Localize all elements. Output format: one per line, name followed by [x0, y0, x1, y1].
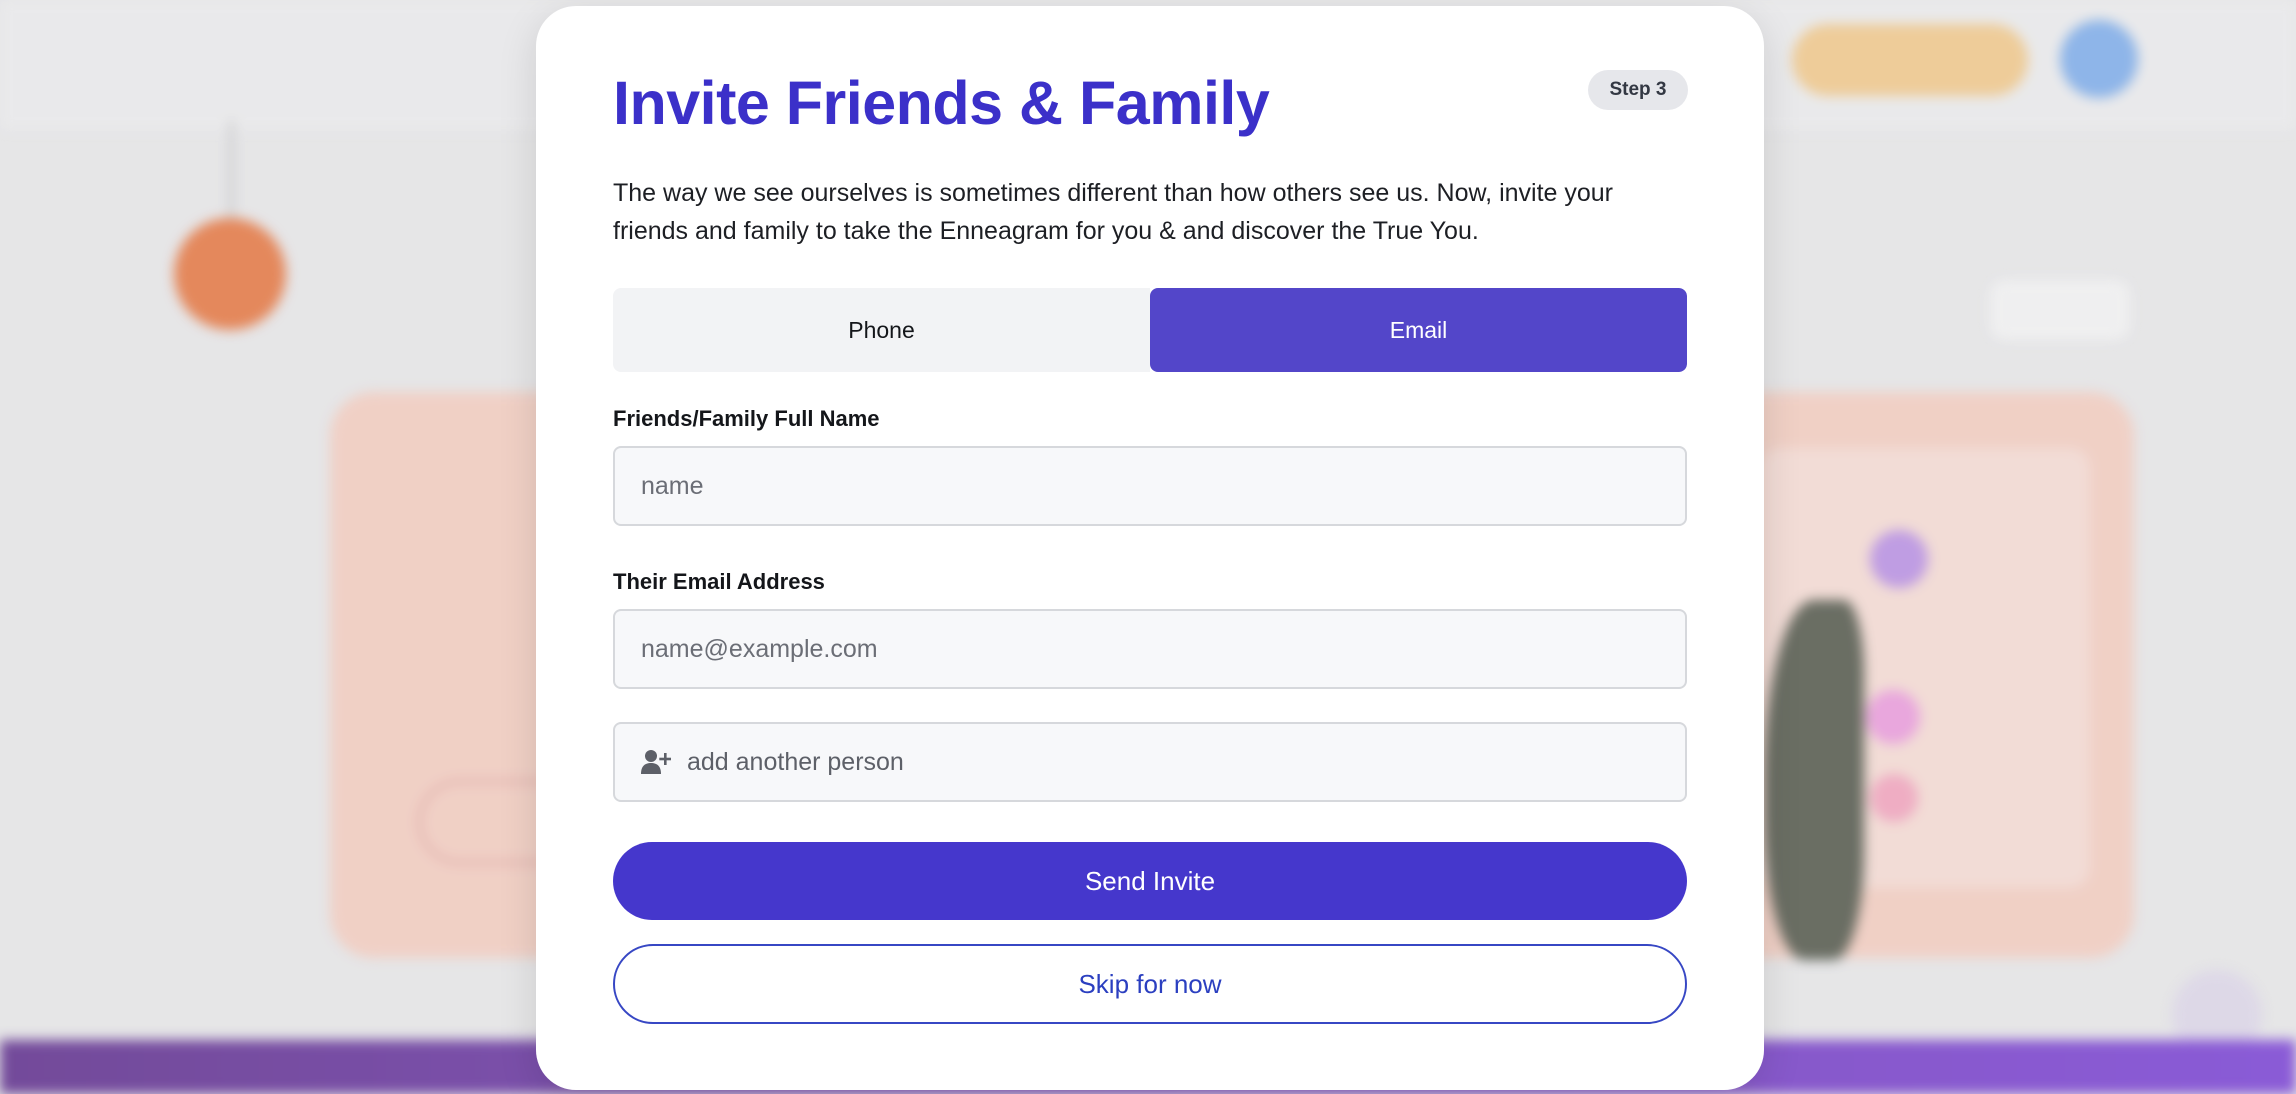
send-invite-button[interactable]: Send Invite	[613, 842, 1687, 920]
tab-email[interactable]: Email	[1150, 288, 1687, 372]
name-field-box	[613, 446, 1687, 526]
invite-modal: Invite Friends & Family Step 3 The way w…	[536, 6, 1764, 1090]
name-field-label: Friends/Family Full Name	[613, 406, 880, 431]
skip-button[interactable]: Skip for now	[613, 944, 1687, 1024]
step-badge: Step 3	[1588, 70, 1688, 110]
add-user-icon	[641, 749, 672, 775]
modal-intro-text: The way we see ourselves is sometimes di…	[613, 179, 1614, 245]
add-person-button[interactable]: add another person	[613, 722, 1687, 802]
email-field-box	[613, 609, 1687, 689]
name-input[interactable]	[615, 448, 1685, 524]
add-person-label: add another person	[687, 747, 904, 776]
contact-method-tabs: Phone Email	[613, 288, 1687, 372]
modal-title: Invite Friends & Family	[613, 69, 1270, 137]
email-field-label: Their Email Address	[613, 569, 825, 594]
tab-phone[interactable]: Phone	[613, 288, 1150, 372]
email-input[interactable]	[615, 611, 1685, 687]
